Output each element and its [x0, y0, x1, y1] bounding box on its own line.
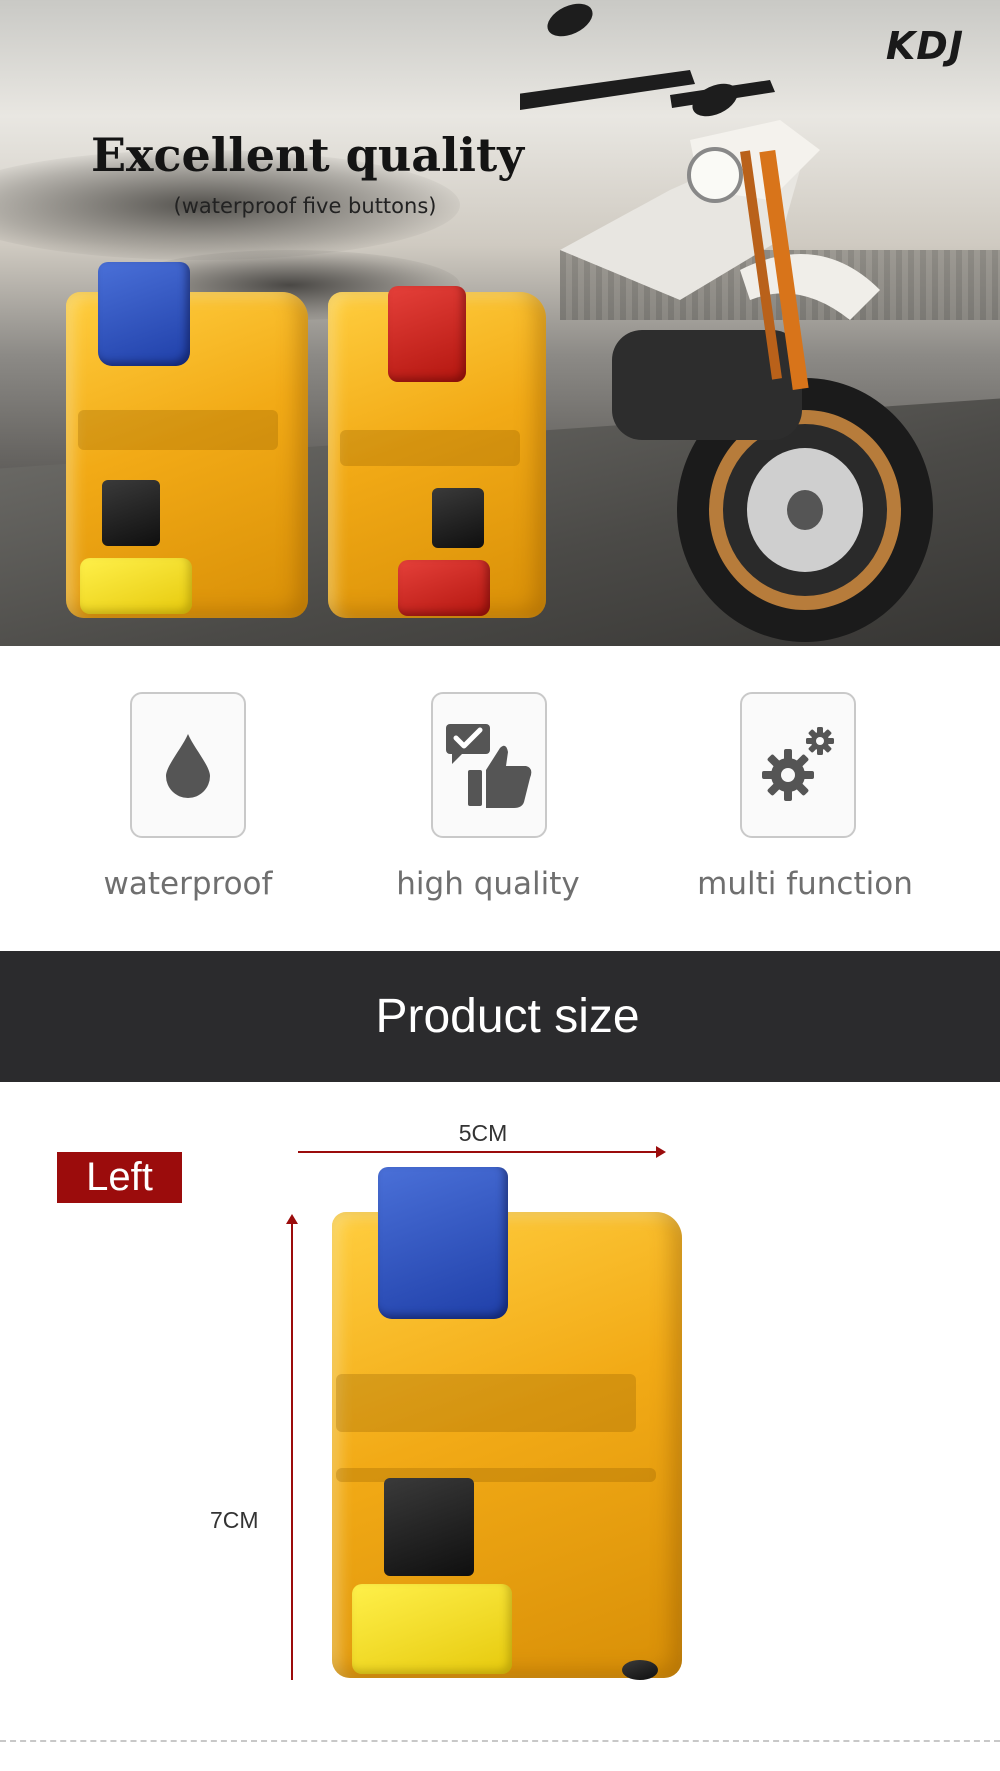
- hero-banner: KDJ Excellent quality (waterproof five b…: [0, 0, 1000, 646]
- height-label: 7CM: [210, 1507, 259, 1533]
- gears-icon: [762, 727, 834, 801]
- divider: [0, 1740, 1000, 1742]
- hero-title: Excellent quality: [90, 128, 525, 182]
- motorcycle-image: [520, 3, 933, 642]
- feature-icon-box: [740, 692, 856, 838]
- water-drop-icon: [166, 734, 210, 798]
- feature-icon-box: [130, 692, 246, 838]
- brand-logo: KDJ: [885, 24, 964, 68]
- feature-label: waterproof: [103, 866, 273, 902]
- height-arrow: [286, 1214, 298, 1680]
- hero-subtitle: (waterproof five buttons): [173, 194, 437, 218]
- width-arrow: [298, 1146, 666, 1158]
- feature-icon-box: [431, 692, 547, 838]
- feature-label: high quality: [396, 866, 580, 902]
- thumbs-up-icon: [446, 724, 532, 808]
- product-size-header: Product size: [0, 951, 1000, 1082]
- features-section: waterproof high quality multi function: [0, 646, 1000, 951]
- width-label: 5CM: [458, 1120, 508, 1146]
- section-title: Product size: [375, 990, 640, 1043]
- left-tag: Left: [57, 1152, 182, 1203]
- feature-label: multi function: [697, 866, 913, 902]
